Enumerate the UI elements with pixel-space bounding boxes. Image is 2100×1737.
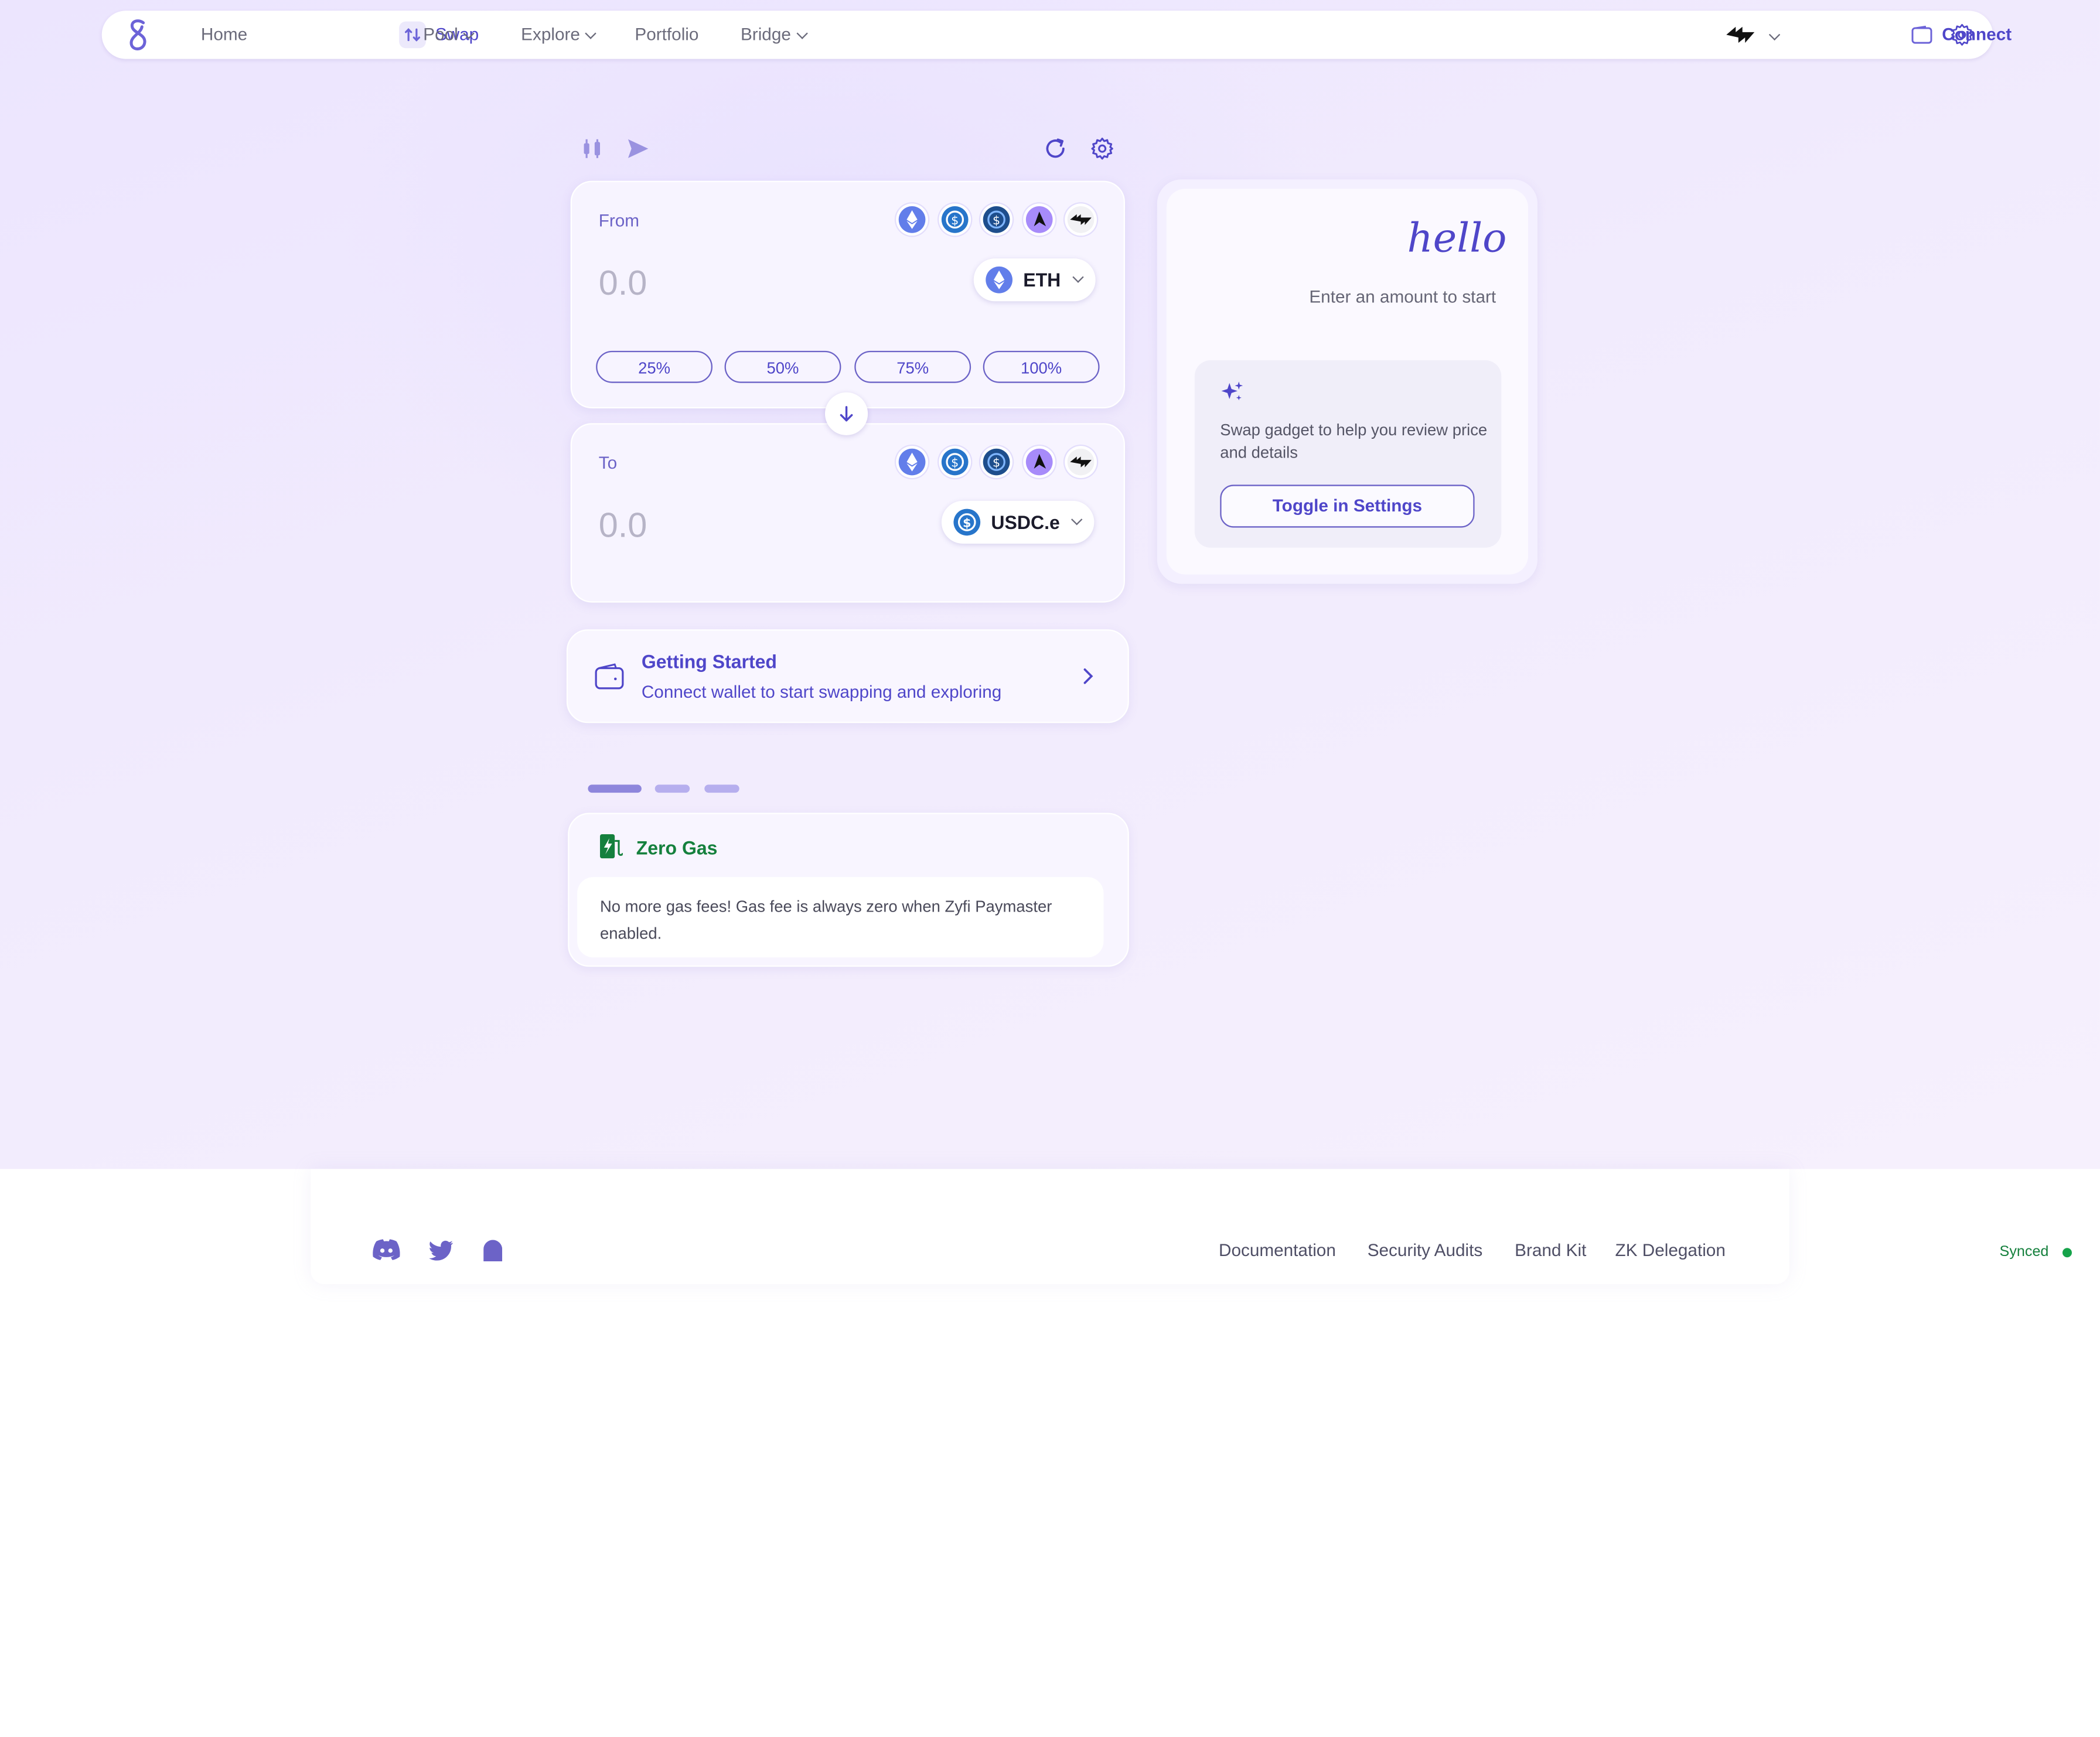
from-token-select[interactable]: ETH xyxy=(973,258,1096,302)
carousel-dot-1[interactable] xyxy=(588,784,642,793)
from-card: From $ $ 0.0 ETH 25% 50% 75% 100% xyxy=(570,180,1125,409)
nav-explore-label: Explore xyxy=(521,24,580,45)
chevron-down-icon xyxy=(1768,29,1781,41)
percent-50-button[interactable]: 50% xyxy=(724,350,841,383)
nav-bridge-label: Bridge xyxy=(740,24,791,45)
arrow-down-icon xyxy=(840,406,853,422)
mirror-icon[interactable] xyxy=(483,1240,503,1262)
gear-icon[interactable] xyxy=(1950,23,1974,47)
usdc-icon: $ xyxy=(953,509,981,536)
usdt-token-icon[interactable]: $ xyxy=(983,448,1010,476)
percent-buttons: 25% 50% 75% 100% xyxy=(596,350,1100,383)
swap-settings-icon[interactable] xyxy=(1090,136,1114,161)
footer-link-brand-kit[interactable]: Brand Kit xyxy=(1515,1240,1586,1260)
gadget-panel-outer: hello Enter an amount to start Swap gadg… xyxy=(1157,179,1538,584)
chevron-down-icon xyxy=(1072,271,1084,283)
chevron-down-icon xyxy=(585,28,596,39)
twitter-icon[interactable] xyxy=(428,1240,454,1262)
nav-home[interactable]: Home xyxy=(201,11,247,59)
svg-text:$: $ xyxy=(993,456,1000,470)
footer xyxy=(311,1169,1789,1284)
refresh-icon[interactable] xyxy=(1044,136,1068,161)
quick-tokens-from: $ $ xyxy=(898,206,1100,233)
syncswap-logo[interactable] xyxy=(125,18,152,52)
eth-token-icon[interactable] xyxy=(898,206,926,233)
wallet-icon xyxy=(1911,25,1932,44)
zksync-network-icon xyxy=(1726,26,1755,43)
from-label: From xyxy=(598,210,640,231)
to-label: To xyxy=(598,452,618,473)
svg-text:$: $ xyxy=(993,213,1000,227)
discord-icon[interactable] xyxy=(372,1238,400,1261)
usdc-token-icon[interactable]: $ xyxy=(941,448,969,476)
promo-body-box: No more gas fees! Gas fee is always zero… xyxy=(577,877,1104,958)
top-nav: Home Swap Pool Explore Portfolio Bridge … xyxy=(101,11,2012,59)
svg-text:$: $ xyxy=(951,456,959,470)
carousel-dot-2[interactable] xyxy=(654,784,690,793)
getting-started-title: Getting Started xyxy=(641,650,777,673)
sync-status-dot xyxy=(2062,1248,2072,1258)
swap-icon xyxy=(399,21,426,49)
sync-status: Synced xyxy=(1999,1244,2049,1260)
gadget-info-box: Swap gadget to help you review price and… xyxy=(1194,360,1502,548)
to-token-select[interactable]: $ USDC.e xyxy=(941,500,1095,544)
nav-bridge[interactable]: Bridge xyxy=(740,11,807,59)
gadget-description: Swap gadget to help you review price and… xyxy=(1220,420,1488,462)
flip-direction-button[interactable] xyxy=(824,392,868,435)
gadget-panel: hello Enter an amount to start Swap gadg… xyxy=(1166,189,1528,575)
percent-100-button[interactable]: 100% xyxy=(983,350,1100,383)
from-token-label: ETH xyxy=(1023,269,1061,291)
svg-text:$: $ xyxy=(951,213,959,227)
nav-pool-label: Pool xyxy=(423,24,458,45)
fuel-pump-icon xyxy=(599,834,623,859)
wallet-icon xyxy=(595,663,624,690)
footer-link-zk-delegation[interactable]: ZK Delegation xyxy=(1615,1240,1726,1260)
eth-token-icon[interactable] xyxy=(898,448,926,476)
promo-title: Zero Gas xyxy=(636,837,718,859)
nav-pool[interactable]: Pool xyxy=(423,11,475,59)
zksync-token-icon[interactable] xyxy=(1067,206,1095,233)
svg-text:$: $ xyxy=(963,516,971,530)
to-amount-input[interactable]: 0.0 xyxy=(599,505,647,547)
percent-25-button[interactable]: 25% xyxy=(596,350,712,383)
chevron-down-icon xyxy=(1071,514,1083,525)
to-card: To $ $ 0.0 $ USDC.e xyxy=(570,423,1125,603)
footer-link-security-audits[interactable]: Security Audits xyxy=(1368,1240,1483,1260)
eth-icon xyxy=(986,266,1012,294)
usdt-token-icon[interactable]: $ xyxy=(983,206,1010,233)
gadget-hint: Enter an amount to start xyxy=(1309,286,1496,307)
network-selector[interactable] xyxy=(1725,24,1781,46)
zk-token-icon[interactable] xyxy=(1025,206,1053,233)
promo-body: No more gas fees! Gas fee is always zero… xyxy=(599,897,1052,943)
sparkles-icon xyxy=(1221,381,1243,401)
chevron-down-icon xyxy=(463,28,475,39)
promo-card: Zero Gas No more gas fees! Gas fee is al… xyxy=(568,813,1129,967)
send-icon[interactable] xyxy=(627,138,650,159)
zk-token-icon[interactable] xyxy=(1025,448,1053,476)
hello-greeting: hello xyxy=(1407,215,1507,262)
nav-portfolio[interactable]: Portfolio xyxy=(635,11,698,59)
toggle-in-settings-button[interactable]: Toggle in Settings xyxy=(1220,484,1475,528)
from-amount-input[interactable]: 0.0 xyxy=(599,262,647,304)
chevron-right-icon xyxy=(1083,668,1093,684)
getting-started-subtitle: Connect wallet to start swapping and exp… xyxy=(641,681,1002,702)
nav-home-label: Home xyxy=(200,24,248,45)
footer-link-documentation[interactable]: Documentation xyxy=(1219,1240,1336,1260)
percent-75-button[interactable]: 75% xyxy=(854,350,971,383)
carousel-dot-3[interactable] xyxy=(704,784,739,793)
chart-icon[interactable] xyxy=(581,138,603,159)
getting-started-card[interactable]: Getting Started Connect wallet to start … xyxy=(566,629,1129,724)
nav-explore[interactable]: Explore xyxy=(521,11,596,59)
nav-portfolio-label: Portfolio xyxy=(635,24,699,45)
zksync-token-icon[interactable] xyxy=(1067,448,1095,476)
usdc-token-icon[interactable]: $ xyxy=(941,206,969,233)
chevron-down-icon xyxy=(796,28,807,39)
to-token-label: USDC.e xyxy=(991,511,1060,533)
quick-tokens-to: $ $ xyxy=(898,448,1100,476)
